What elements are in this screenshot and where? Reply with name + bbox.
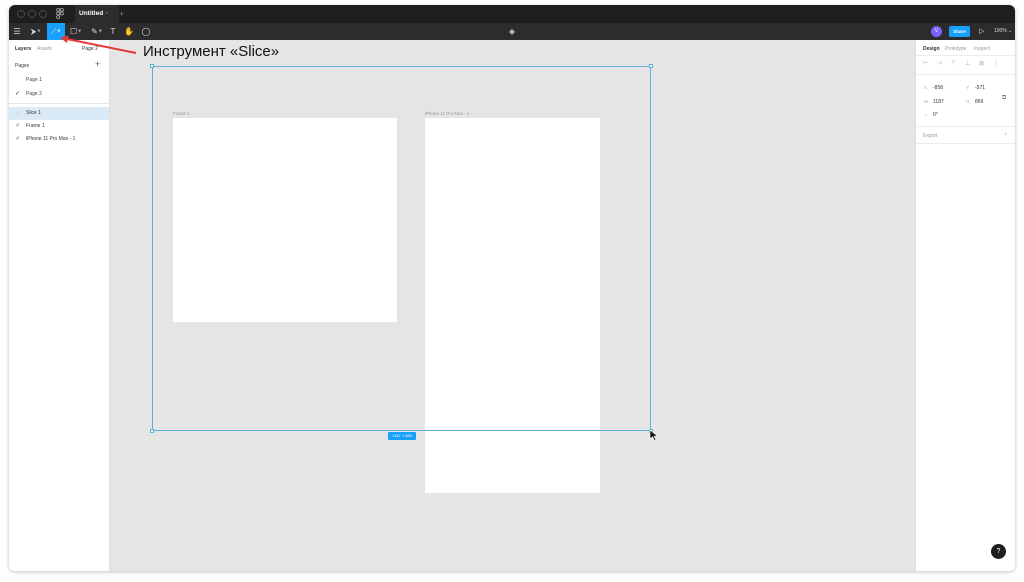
rotation-field[interactable]: 0° bbox=[933, 112, 938, 118]
height-field[interactable]: 869 bbox=[975, 99, 983, 105]
tab-prototype[interactable]: Prototype bbox=[945, 46, 966, 52]
comment-tool-icon[interactable]: ◯ bbox=[140, 23, 152, 40]
hand-tool-icon[interactable]: ✋ bbox=[123, 23, 135, 40]
x-field[interactable]: -858 bbox=[933, 85, 943, 91]
maximize-window-button[interactable] bbox=[39, 10, 47, 18]
layer-label: iPhone 11 Pro Max - 1 bbox=[26, 136, 76, 142]
shape-tool-button[interactable]: ☐▼ bbox=[67, 23, 85, 40]
layer-row-slice[interactable]: ◌ Slice 1 bbox=[9, 107, 109, 120]
check-icon: ✓ bbox=[15, 91, 21, 97]
align-top-icon[interactable]: ⊥ bbox=[965, 60, 970, 67]
share-button[interactable]: Share bbox=[949, 26, 970, 37]
tab-layers[interactable]: Layers bbox=[15, 46, 31, 52]
pen-tool-button[interactable]: ✎▼ bbox=[88, 23, 106, 40]
figma-logo-icon[interactable] bbox=[56, 7, 66, 20]
clip-content-icon[interactable]: ⧉ bbox=[1002, 95, 1006, 102]
align-right-icon[interactable]: ⊤ bbox=[951, 60, 956, 67]
cursor-icon bbox=[649, 429, 659, 441]
help-button[interactable]: ? bbox=[991, 544, 1006, 559]
figma-logo-svg bbox=[56, 7, 64, 20]
present-play-icon[interactable]: ▷ bbox=[979, 23, 984, 40]
panel-divider bbox=[916, 126, 1015, 127]
panel-divider bbox=[9, 103, 109, 104]
x-label: X bbox=[924, 85, 928, 90]
tab-design[interactable]: Design bbox=[923, 46, 940, 52]
size-badge: 1187 × 869 bbox=[388, 432, 416, 440]
current-page-selector[interactable]: Page 2 bbox=[82, 46, 98, 52]
resize-handle-top-right[interactable] bbox=[649, 64, 653, 68]
close-window-button[interactable] bbox=[17, 10, 25, 18]
document-tab-label: Untitled bbox=[79, 10, 104, 17]
chevron-down-icon: ▼ bbox=[56, 28, 62, 35]
rotation-label: ∟ bbox=[924, 112, 929, 117]
slice-icon: ◌ bbox=[16, 110, 20, 116]
layer-label: Slice 1 bbox=[26, 110, 42, 116]
canvas[interactable]: Frame 1 iPhone 11 Pro Max - 1 1187 × 869 bbox=[110, 40, 915, 571]
distribute-icon[interactable]: ⋮ bbox=[993, 60, 999, 67]
chevron-down-icon: ▼ bbox=[97, 28, 103, 35]
layers-panel: Layers Assets Page 2 Pages + Page 1 ✓ Pa… bbox=[9, 40, 110, 571]
frame-icon: # bbox=[16, 136, 20, 142]
pen-tool-icon: ✎ bbox=[91, 27, 98, 36]
layer-row-frame-1[interactable]: # Frame 1 bbox=[9, 120, 109, 133]
slice-tool-button[interactable]: ⟋▼ bbox=[47, 23, 65, 40]
annotation-label: Инструмент «Slice» bbox=[143, 43, 280, 60]
components-icon[interactable]: ◈ bbox=[506, 23, 518, 40]
chevron-down-icon: ▼ bbox=[77, 28, 83, 35]
main-menu-icon[interactable]: ☰ bbox=[12, 23, 22, 40]
layer-row-iphone[interactable]: # iPhone 11 Pro Max - 1 bbox=[9, 133, 109, 146]
align-middle-icon[interactable]: ⊞ bbox=[979, 60, 984, 67]
frame-icon: # bbox=[16, 123, 20, 129]
resize-handle-bottom-left[interactable] bbox=[150, 429, 154, 433]
user-avatar[interactable]: V bbox=[931, 26, 942, 37]
layer-label: Frame 1 bbox=[26, 123, 45, 129]
width-field[interactable]: 1187 bbox=[933, 99, 944, 105]
add-export-button[interactable]: + bbox=[1004, 132, 1008, 138]
width-label: W bbox=[924, 99, 929, 104]
add-page-button[interactable]: + bbox=[95, 59, 100, 69]
panel-divider bbox=[916, 55, 1015, 56]
tab-assets[interactable]: Assets bbox=[37, 46, 52, 52]
page-item-1[interactable]: Page 1 bbox=[26, 77, 42, 83]
panel-divider bbox=[916, 74, 1015, 75]
page-item-2[interactable]: Page 2 bbox=[26, 91, 42, 97]
pages-header: Pages bbox=[15, 63, 30, 69]
move-tool-button[interactable]: ⮞▼ bbox=[27, 23, 45, 40]
export-section-label: Export bbox=[923, 133, 938, 139]
minimize-window-button[interactable] bbox=[28, 10, 36, 18]
panel-divider bbox=[916, 143, 1015, 144]
zoom-dropdown[interactable]: 100% ⌄ bbox=[994, 23, 1012, 40]
toolbar: ☰ ⮞▼ ⟋▼ ☐▼ ✎▼ T ✋ ◯ ◈ V Share ▷ 100% ⌄ bbox=[9, 23, 1015, 40]
tab-inspect[interactable]: Inspect bbox=[974, 46, 990, 52]
y-field[interactable]: -571 bbox=[975, 85, 985, 91]
align-left-icon[interactable]: ⊢ bbox=[923, 60, 928, 67]
text-tool-icon[interactable]: T bbox=[108, 23, 118, 40]
y-label: Y bbox=[966, 85, 970, 90]
figma-window: Untitled × + ☰ ⮞▼ ⟋▼ ☐▼ ✎▼ T ✋ ◯ ◈ V Sha… bbox=[9, 5, 1015, 571]
title-bar: Untitled × + bbox=[9, 5, 1015, 23]
slice-selection[interactable] bbox=[150, 64, 653, 433]
align-center-icon[interactable]: ⊣ bbox=[937, 60, 942, 67]
new-tab-button[interactable]: + bbox=[119, 5, 124, 23]
document-tab[interactable]: Untitled bbox=[75, 5, 119, 23]
close-tab-icon[interactable]: × bbox=[105, 5, 109, 23]
resize-handle-top-left[interactable] bbox=[150, 64, 154, 68]
design-panel: Design Prototype Inspect ⊢ ⊣ ⊤ ⊥ ⊞ ⋮ X -… bbox=[915, 40, 1015, 571]
height-label: H bbox=[966, 99, 970, 104]
chevron-down-icon: ▼ bbox=[36, 28, 42, 35]
